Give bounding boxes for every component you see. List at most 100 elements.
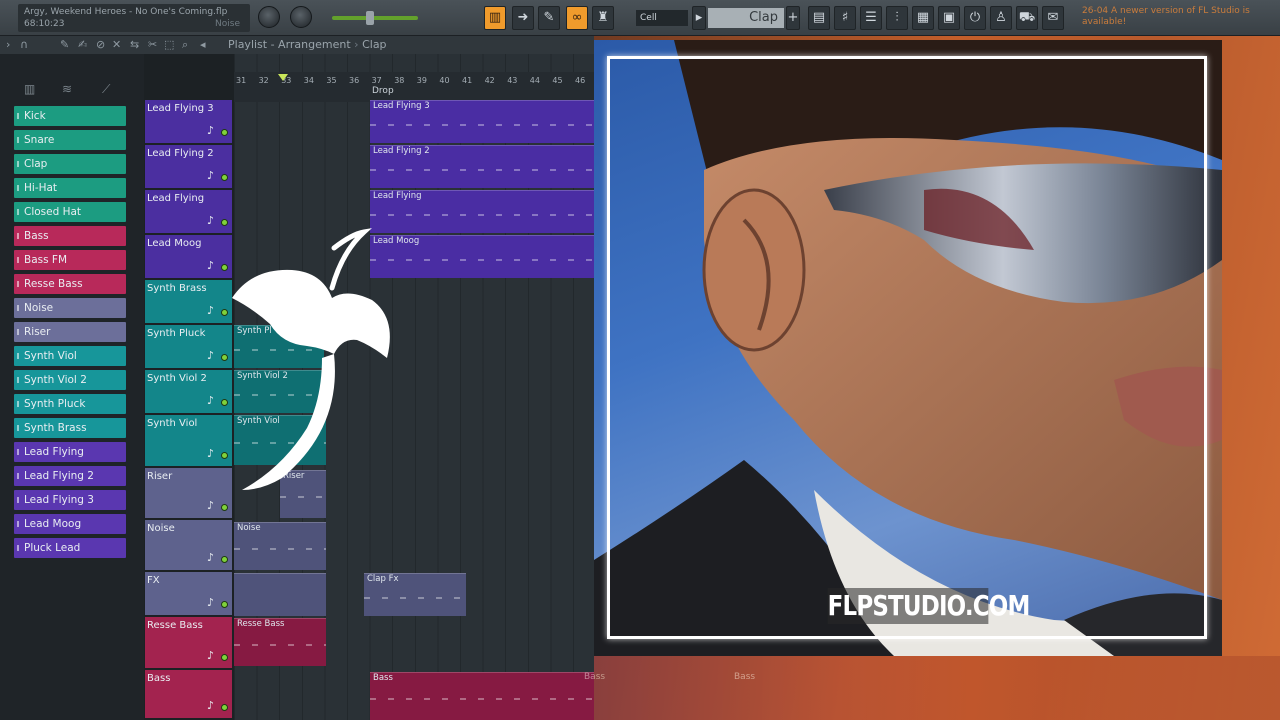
playhead-marker[interactable] [278,74,288,81]
piano-roll-icon[interactable]: ▥ [484,6,506,30]
note-icon[interactable]: ♪ [207,699,214,712]
channel-item[interactable]: Synth Brass [14,418,126,438]
breadcrumb-clip[interactable]: Clap [362,38,386,51]
marker-drop[interactable]: Drop [372,86,394,96]
news-icon[interactable]: ✉ [1042,6,1064,30]
chevron-right-icon[interactable]: › [6,38,10,51]
note-icon[interactable]: ♪ [207,499,214,512]
master-volume-knob[interactable] [258,6,280,28]
playlist-clip[interactable]: Resse Bass [234,618,326,666]
channel-item[interactable]: Lead Flying 2 [14,466,126,486]
playlist-clip[interactable]: Lead Flying [370,190,594,233]
track-header[interactable]: Lead Flying 3 ♪ [145,100,232,145]
track-header[interactable]: Resse Bass ♪ [145,617,232,670]
playlist-clip[interactable]: Lead Flying 3 [370,100,594,143]
channel-item[interactable]: Resse Bass [14,274,126,294]
channel-item[interactable]: Noise [14,298,126,318]
track-mute-led[interactable] [221,174,228,181]
note-icon[interactable]: ♪ [207,596,214,609]
piano-keys-icon[interactable]: ▥ [24,82,35,96]
track-header[interactable]: Synth Viol 2 ♪ [145,370,232,415]
playlist-clip[interactable]: Bass [370,672,594,720]
timeline-ruler[interactable]: 31 32 33 34 35 36 37 38 39 40 41 42 43 44 45 46 [234,72,594,102]
waveform-icon[interactable]: ≋ [62,82,72,96]
track-header[interactable]: Synth Pluck ♪ [145,325,232,370]
note-icon[interactable]: ♪ [207,551,214,564]
playlist-clip[interactable]: Lead Moog [370,235,594,278]
track-header[interactable]: Lead Moog ♪ [145,235,232,280]
note-icon[interactable]: ♪ [207,349,214,362]
browser-icon[interactable]: ▣ [938,6,960,30]
track-header[interactable]: Lead Flying 2 ♪ [145,145,232,190]
graph-icon[interactable]: ♯ [834,6,856,30]
track-mute-led[interactable] [221,654,228,661]
channel-item[interactable]: Lead Moog [14,514,126,534]
track-mute-led[interactable] [221,219,228,226]
playlist-icon[interactable]: ▤ [808,6,830,30]
slider-thumb[interactable] [366,11,374,25]
automation-icon[interactable]: ⟋ [102,82,110,97]
playlist-clip[interactable]: Noise [234,522,326,570]
slip-icon[interactable]: ⇆ [130,38,139,51]
note-icon[interactable]: ♪ [207,124,214,137]
channel-item[interactable]: Clap [14,154,126,174]
track-mute-led[interactable] [221,129,228,136]
arrow-icon[interactable]: ➜ [512,6,534,30]
brush-icon[interactable]: ✎ [538,6,560,30]
channel-item[interactable]: Closed Hat [14,202,126,222]
breadcrumb-path[interactable]: Playlist - Arrangement [228,38,351,51]
track-header[interactable]: Synth Brass ♪ [145,280,232,325]
track-header[interactable]: Riser ♪ [145,468,232,520]
channel-item[interactable]: Snare [14,130,126,150]
channel-item[interactable]: Synth Viol 2 [14,370,126,390]
playlist-clip-audio[interactable] [234,573,326,616]
note-icon[interactable]: ♪ [207,649,214,662]
channel-item[interactable]: Kick [14,106,126,126]
pencil-icon[interactable]: ✎ [60,38,69,51]
master-pitch-knob[interactable] [290,6,312,28]
mute-icon[interactable]: ✕ [112,38,121,51]
master-volume-slider[interactable] [332,11,418,25]
channel-rack-icon[interactable]: ☰ [860,6,882,30]
channel-item[interactable]: Riser [14,322,126,342]
playlist-clip[interactable]: Lead Flying 2 [370,145,594,188]
track-header[interactable]: FX ♪ [145,572,232,617]
zoom-icon[interactable]: ⌕ [182,38,188,52]
note-icon[interactable]: ♪ [207,394,214,407]
piano-icon[interactable]: ▦ [912,6,934,30]
mixer-icon[interactable]: ⫶ [886,6,908,30]
snap-select[interactable]: Cell [636,10,688,26]
play-triangle-icon[interactable]: ▸ [692,6,706,30]
playlist-clip[interactable]: Clap Fx [364,573,466,616]
note-icon[interactable]: ♪ [207,447,214,460]
track-mute-led[interactable] [221,601,228,608]
cart-icon[interactable]: ⛟ [1016,6,1038,30]
magnet-icon[interactable]: ∩ [20,38,28,51]
pattern-selector[interactable]: Clap [708,8,784,28]
plugin-icon[interactable]: ⏻ [964,6,986,30]
link-icon[interactable]: ∞ [566,6,588,30]
note-icon[interactable]: ♪ [207,259,214,272]
channel-item[interactable]: Synth Pluck [14,394,126,414]
channel-item[interactable]: Bass [14,226,126,246]
channel-item[interactable]: Lead Flying [14,442,126,462]
track-mute-led[interactable] [221,504,228,511]
speaker-icon[interactable]: ◂ [200,38,206,51]
delete-icon[interactable]: ⊘ [96,38,105,51]
note-icon[interactable]: ♪ [207,304,214,317]
channel-item[interactable]: Hi-Hat [14,178,126,198]
stamp-icon[interactable]: ♜ [592,6,614,30]
channel-item[interactable]: Pluck Lead [14,538,126,558]
channel-item[interactable]: Bass FM [14,250,126,270]
add-pattern-icon[interactable]: + [786,6,800,30]
channel-item[interactable]: Lead Flying 3 [14,490,126,510]
track-header[interactable]: Noise ♪ [145,520,232,572]
slice-icon[interactable]: ✂ [148,38,157,51]
select-icon[interactable]: ⬚ [164,38,174,51]
track-header[interactable]: Bass ♪ [145,670,232,720]
track-mute-led[interactable] [221,704,228,711]
mic-icon[interactable]: ♙ [990,6,1012,30]
track-header[interactable]: Lead Flying ♪ [145,190,232,235]
channel-item[interactable]: Synth Viol [14,346,126,366]
note-icon[interactable]: ♪ [207,169,214,182]
